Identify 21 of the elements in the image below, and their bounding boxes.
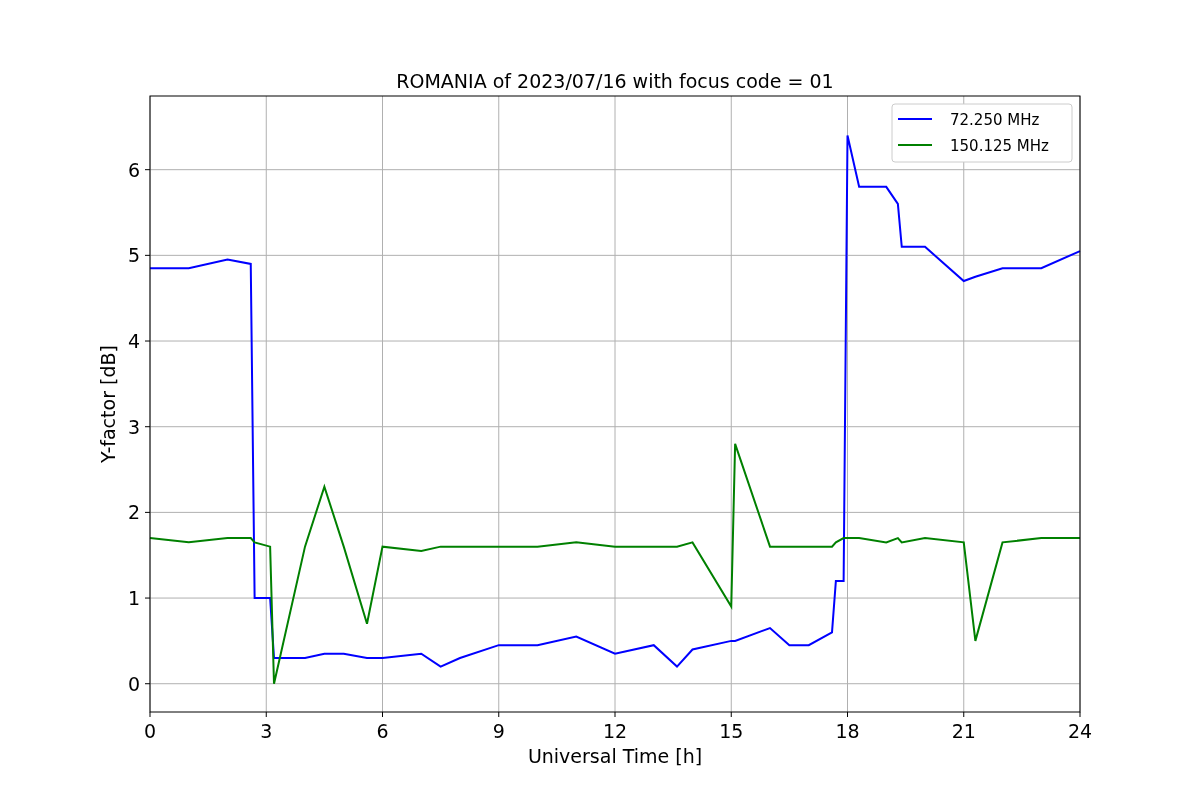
- y-tick-label: 0: [127, 672, 140, 695]
- legend-label: 72.250 MHz: [950, 111, 1040, 129]
- x-tick-label: 3: [260, 720, 273, 742]
- y-tick-label: 4: [127, 330, 140, 353]
- x-tick-label: 0: [143, 720, 157, 742]
- x-tick-label: 9: [492, 720, 505, 742]
- x-axis-label: Universal Time [h]: [527, 745, 703, 767]
- y-tick-label: 6: [127, 158, 140, 181]
- x-tick-label: 12: [602, 720, 628, 742]
- chart-title: ROMANIA of 2023/07/16 with focus code = 01: [396, 70, 834, 92]
- y-tick-label: 2: [127, 501, 140, 524]
- x-tick-label: 21: [951, 720, 976, 742]
- y-tick-label: 3: [127, 415, 140, 438]
- x-tick-label: 15: [719, 720, 744, 742]
- legend-label: 150.125 MHz: [950, 137, 1049, 155]
- x-tick-label: 18: [835, 720, 860, 742]
- y-axis-label: Y-factor [dB]: [97, 345, 119, 463]
- x-tick-label: 24: [1067, 720, 1093, 742]
- x-tick-label: 6: [376, 720, 389, 742]
- y-tick-label: 1: [127, 587, 140, 610]
- y-tick-label: 5: [127, 244, 140, 267]
